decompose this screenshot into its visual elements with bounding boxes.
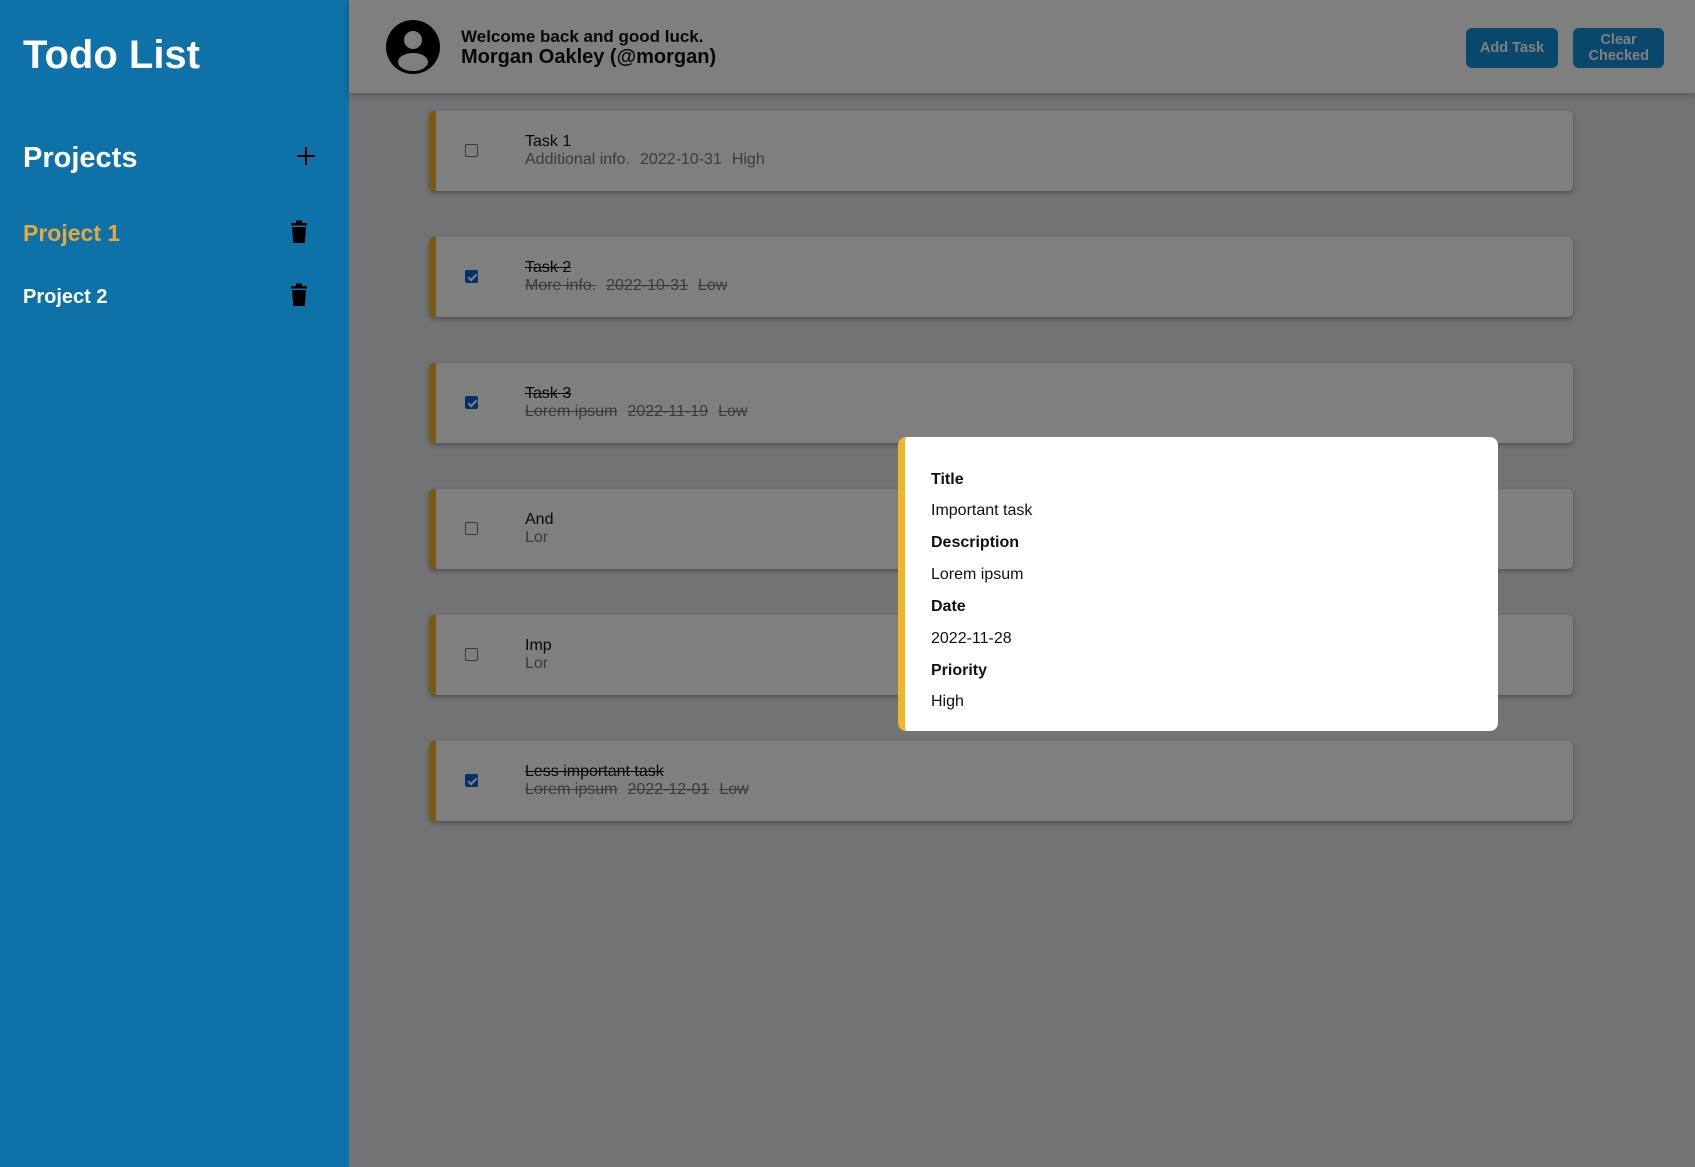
modal-backdrop[interactable]: Title Important task Description Lorem i… — [349, 0, 1695, 1167]
priority-label: Priority — [931, 662, 988, 679]
date-value: 2022-11-28 — [931, 630, 1012, 647]
task-details-modal: Title Important task Description Lorem i… — [898, 437, 1498, 731]
sidebar-item-project-1[interactable]: Project 1 — [23, 216, 318, 252]
sidebar: Todo List Projects Project 1 Project 2 — [0, 0, 349, 1167]
projects-header: Projects — [23, 138, 318, 178]
projects-heading: Projects — [23, 142, 138, 174]
title-value: Important task — [931, 502, 1033, 519]
date-label: Date — [931, 598, 966, 615]
priority-value: High — [931, 693, 964, 710]
project-name: Project 1 — [23, 220, 121, 246]
delete-project-trash-icon[interactable] — [290, 220, 308, 244]
title-label: Title — [931, 471, 964, 488]
project-name: Project 2 — [23, 286, 108, 308]
app-title: Todo List — [23, 33, 200, 77]
sidebar-item-project-2[interactable]: Project 2 — [23, 279, 318, 315]
description-value: Lorem ipsum — [931, 566, 1024, 583]
add-project-plus-icon[interactable] — [294, 144, 318, 168]
delete-project-trash-icon[interactable] — [290, 283, 308, 307]
description-label: Description — [931, 534, 1020, 551]
